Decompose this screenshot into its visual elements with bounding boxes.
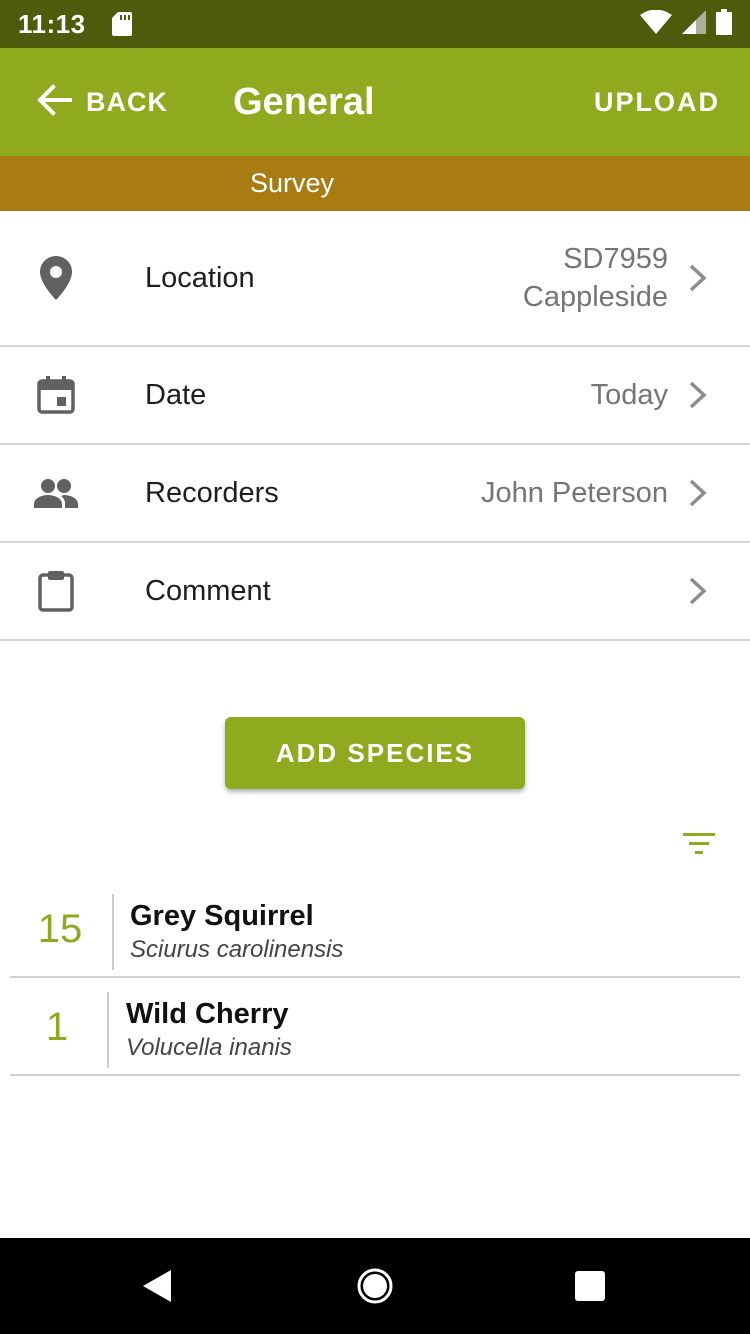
species-divider — [107, 992, 109, 1068]
status-bar: 11:13 — [0, 0, 750, 48]
nav-back-icon[interactable] — [137, 1266, 177, 1306]
species-scientific-name: Sciurus carolinensis — [130, 936, 344, 963]
date-label: Date — [145, 378, 207, 411]
location-gridref: SD7959 — [563, 243, 668, 275]
recorders-row[interactable]: Recorders John Peterson — [0, 445, 750, 543]
chevron-right-icon — [689, 381, 707, 409]
location-pin-icon — [34, 256, 78, 300]
clipboard-icon — [34, 569, 78, 613]
page-title: General — [233, 81, 375, 123]
species-count: 15 — [37, 907, 83, 951]
signal-icon — [682, 9, 706, 39]
sd-card-icon — [111, 12, 132, 36]
date-row[interactable]: Date Today — [0, 347, 750, 445]
species-common-name: Grey Squirrel — [130, 900, 314, 932]
species-scientific-name: Volucella inanis — [126, 1034, 292, 1061]
filter-icon[interactable] — [680, 830, 718, 860]
arrow-left-icon — [36, 83, 72, 121]
survey-label: Survey — [250, 168, 335, 198]
wifi-icon — [640, 9, 672, 39]
status-time: 11:13 — [18, 8, 86, 39]
system-nav-bar — [0, 1238, 750, 1334]
nav-home-icon[interactable] — [355, 1266, 395, 1306]
nav-recents-icon[interactable] — [570, 1266, 610, 1306]
location-label: Location — [145, 261, 255, 294]
comment-row[interactable]: Comment — [0, 543, 750, 641]
species-divider — [112, 894, 114, 970]
species-count: 1 — [45, 1005, 69, 1049]
back-button[interactable]: BACK — [36, 48, 168, 156]
status-icons — [640, 8, 732, 40]
species-row[interactable]: 1 Wild Cherry Volucella inanis — [10, 978, 740, 1076]
chevron-right-icon — [689, 479, 707, 507]
add-species-button[interactable]: ADD SPECIES — [225, 717, 525, 789]
location-row[interactable]: Location SD7959 Cappleside — [0, 211, 750, 347]
app-bar: BACK General UPLOAD — [0, 48, 750, 156]
calendar-icon — [34, 373, 78, 417]
upload-button[interactable]: UPLOAD — [594, 48, 720, 156]
species-common-name: Wild Cherry — [126, 998, 289, 1030]
people-icon — [34, 471, 78, 515]
back-label: BACK — [86, 86, 168, 117]
battery-icon — [716, 8, 732, 40]
location-place: Cappleside — [522, 281, 668, 313]
date-value: Today — [590, 379, 668, 411]
survey-subheader: Survey — [0, 156, 750, 211]
recorders-value: John Peterson — [480, 477, 668, 509]
survey-attributes-list: Location SD7959 Cappleside Date Today Re… — [0, 211, 750, 641]
species-row[interactable]: 15 Grey Squirrel Sciurus carolinensis — [10, 880, 740, 978]
chevron-right-icon — [689, 577, 707, 605]
recorders-label: Recorders — [145, 476, 279, 509]
comment-label: Comment — [145, 574, 271, 607]
location-value: SD7959 Cappleside — [523, 240, 668, 316]
chevron-right-icon — [689, 264, 707, 292]
